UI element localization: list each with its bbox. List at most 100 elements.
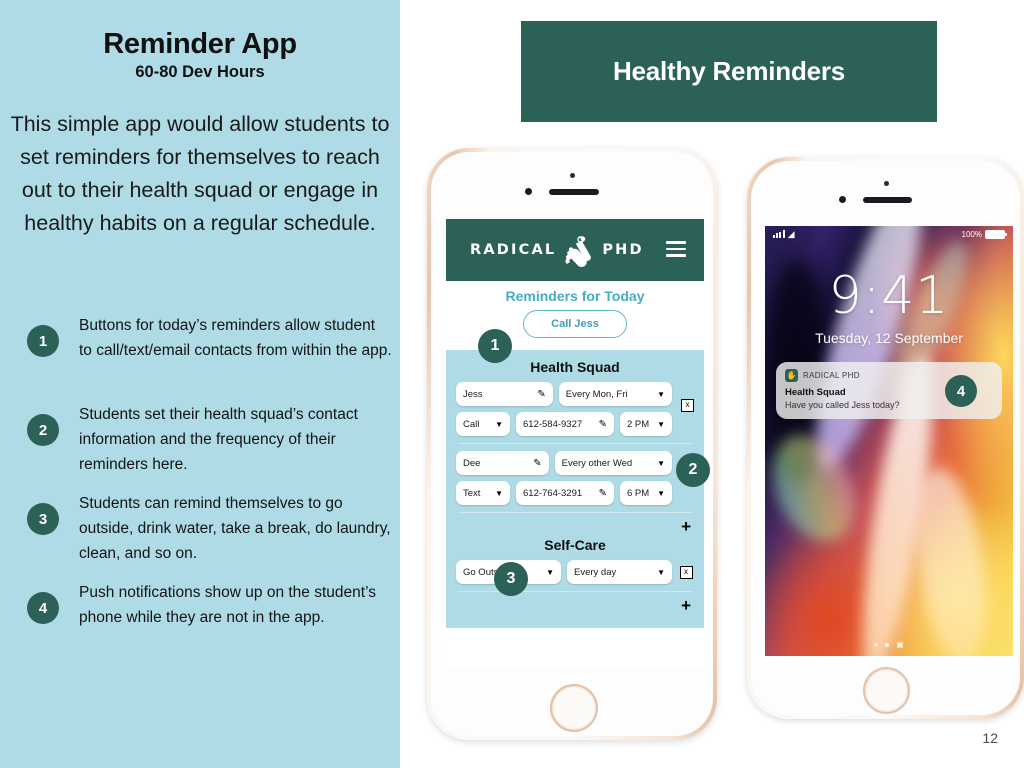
bullet-number-badge: 2 [27,414,59,446]
self-care-row: Go Outside ▼ Every day ▼ x [456,560,694,584]
bullet-number-badge: 4 [27,592,59,624]
earpiece-speaker-icon [549,189,599,195]
add-self-care-button[interactable]: + [456,597,694,614]
call-jess-button[interactable]: Call Jess [523,310,627,338]
contact-frequency-value: Every other Wed [561,457,633,469]
battery-percent: 100% [961,229,982,239]
chevron-down-icon: ▼ [495,419,503,429]
front-sensor-icon [570,173,575,178]
chevron-down-icon: ▼ [657,488,665,498]
list-item: 3 Students can remind themselves to go o… [0,491,400,569]
page-dot-active [885,643,890,647]
phone-body: RADICAL PHD Reminders for Today Call Jes… [431,152,713,736]
contact-row-name: Dee ✎ Every other Wed ▼ [456,451,694,475]
app-logo: RADICAL PHD [470,219,644,281]
push-notification[interactable]: ✋ RADICAL PHD Health Squad Have you call… [776,362,1002,419]
fist-holding-diploma-icon [565,236,592,267]
edit-pencil-icon[interactable]: ✎ [537,389,545,400]
contact-frequency-select[interactable]: Every other Wed ▼ [554,451,672,475]
earpiece-speaker-icon [863,197,912,203]
contact-method-value: Text [463,487,481,499]
bullet-number-badge: 3 [27,503,59,535]
logo-text-left: RADICAL [470,242,557,258]
contact-name-field[interactable]: Dee ✎ [456,451,549,475]
chevron-down-icon: ▼ [657,458,665,468]
phone-mockup-app: RADICAL PHD Reminders for Today Call Jes… [427,148,717,740]
bullet-text: Push notifications show up on the studen… [79,584,376,626]
edit-pencil-icon[interactable]: ✎ [599,488,607,499]
section-banner: Healthy Reminders [521,21,937,122]
intro-paragraph: This simple app would allow students to … [10,112,390,235]
chevron-down-icon: ▼ [657,419,665,429]
self-care-heading: Self-Care [544,537,606,553]
contact-phone-value: 612-584-9327 [523,418,583,430]
battery-status: 100% [961,229,1007,239]
callout-badge-3: 3 [494,562,528,596]
contact-phone-field[interactable]: 612-764-3291 ✎ [516,481,614,505]
page-number: 12 [982,730,998,746]
cellular-signal-icon [773,230,785,238]
lock-date: Tuesday, 12 September [815,330,963,346]
contact-row-name: Jess ✎ Every Mon, Fri ▼ [456,382,694,406]
contact-frequency-value: Every Mon, Fri [565,388,628,400]
contact-time-select[interactable]: 2 PM ▼ [620,412,672,436]
chevron-down-icon: ▼ [657,567,665,577]
contact-time-value: 6 PM [627,487,650,499]
bullet-text: Students can remind themselves to go out… [79,495,391,562]
left-text-panel: Reminder App 60-80 Dev Hours This simple… [0,0,400,768]
slide: Reminder App 60-80 Dev Hours This simple… [0,0,1024,768]
add-contact-button[interactable]: + [456,518,694,535]
contact-phone-value: 612-764-3291 [523,487,583,499]
home-button[interactable] [863,667,910,714]
app-screen: RADICAL PHD Reminders for Today Call Jes… [446,219,704,669]
front-camera-icon [839,196,846,203]
callout-badge-2: 2 [676,453,710,487]
remove-slot: x [678,565,694,579]
bullet-text: Students set their health squad’s contac… [79,406,358,473]
app-body: Health Squad Jess ✎ Every Mon, Fri ▼ Cal… [446,350,704,628]
lock-screen: ◢ 100% 9:41 Tuesday, 12 September ✋ RADI… [765,226,1013,656]
contact-time-select[interactable]: 6 PM ▼ [620,481,672,505]
edit-pencil-icon[interactable]: ✎ [533,458,541,469]
self-care-frequency-select[interactable]: Every day ▼ [567,560,672,584]
app-header: RADICAL PHD [446,219,704,281]
page-title: Reminder App [103,28,297,60]
edit-pencil-icon[interactable]: ✎ [599,419,607,430]
page-indicator: ▣ [765,641,1013,649]
reminders-today-heading: Reminders for Today [505,288,645,304]
front-sensor-icon [884,181,889,186]
list-item: 1 Buttons for today’s reminders allow st… [0,313,400,391]
banner-title: Healthy Reminders [612,56,846,86]
remove-contact-button[interactable]: x [681,399,694,412]
contact-method-select[interactable]: Text ▼ [456,481,510,505]
divider [458,512,692,513]
battery-icon [985,229,1007,239]
contact-phone-field[interactable]: 612-584-9327 ✎ [516,412,614,436]
contact-frequency-select[interactable]: Every Mon, Fri ▼ [558,382,672,406]
contact-row-details: Call ▼ 612-584-9327 ✎ 2 PM ▼ x [456,399,694,436]
contact-method-select[interactable]: Call ▼ [456,412,510,436]
remove-self-care-button[interactable]: x [679,565,693,579]
hamburger-menu-icon[interactable] [666,241,686,257]
contact-time-value: 2 PM [627,418,650,430]
wifi-icon: ◢ [787,228,795,239]
list-item: 4 Push notifications show up on the stud… [0,580,400,658]
phone-body: ◢ 100% 9:41 Tuesday, 12 September ✋ RADI… [751,161,1020,715]
bullet-number-badge: 1 [27,325,59,357]
camera-icon[interactable]: ▣ [896,641,904,649]
app-icon: ✋ [785,369,798,382]
callout-badge-1: 1 [478,329,512,363]
chevron-down-icon: ▼ [546,567,554,577]
logo-text-right: PHD [602,242,644,258]
contact-name-field[interactable]: Jess ✎ [456,382,553,406]
contact-row-details: Text ▼ 612-764-3291 ✎ 6 PM ▼ x [456,468,694,505]
front-camera-icon [525,188,532,195]
chevron-down-icon: ▼ [657,389,665,399]
contact-method-value: Call [463,418,480,430]
phone-mockup-lockscreen: ◢ 100% 9:41 Tuesday, 12 September ✋ RADI… [747,157,1024,719]
bullet-text: Buttons for today’s reminders allow stud… [79,317,392,359]
home-button[interactable] [550,684,598,732]
status-bar: ◢ 100% [765,226,1013,242]
callout-badge-4: 4 [945,375,977,407]
notification-app-name: RADICAL PHD [803,371,860,380]
